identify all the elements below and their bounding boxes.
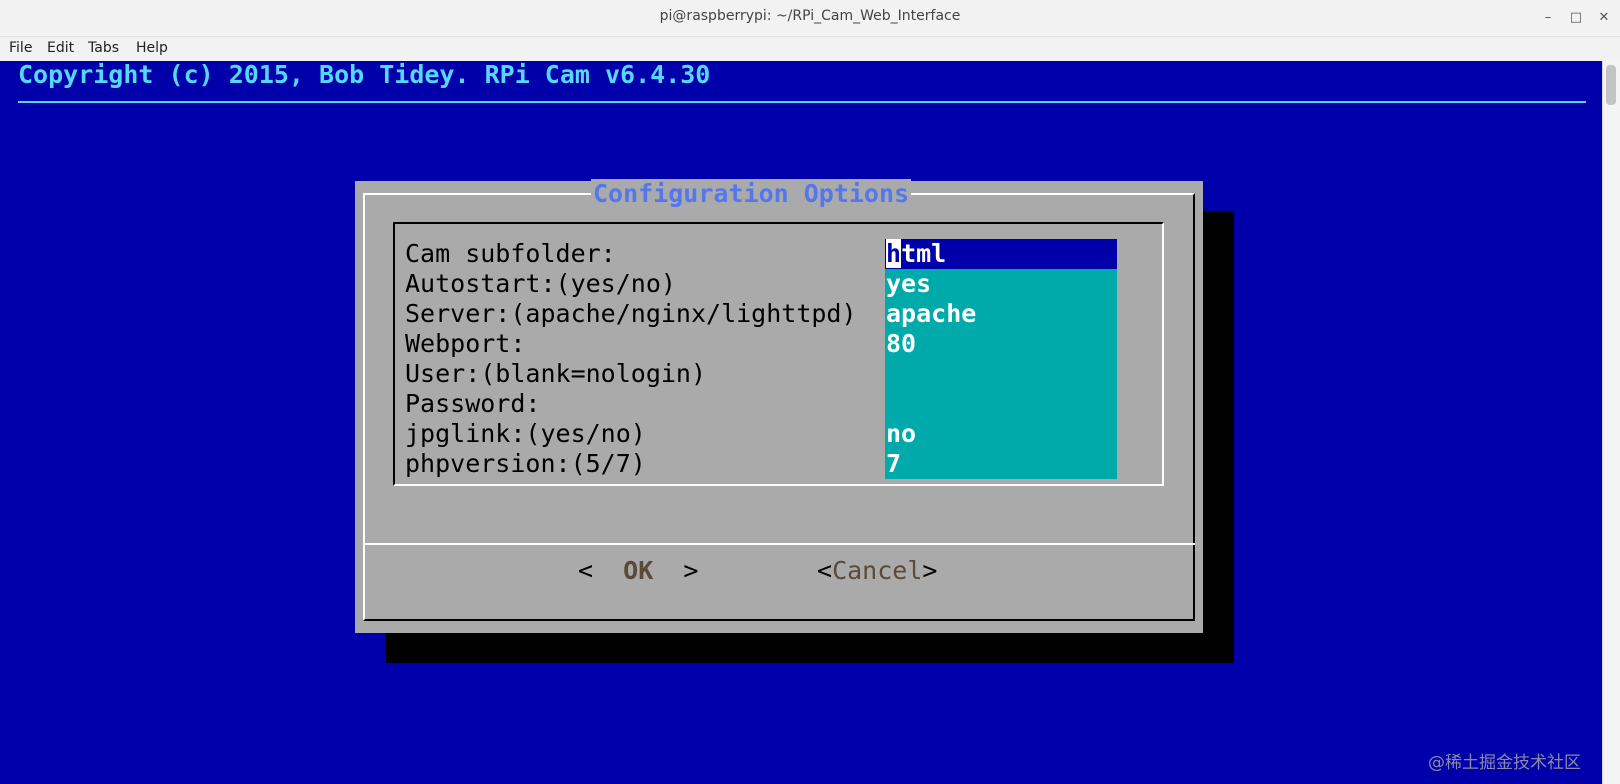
form-row-autostart: Autostart:(yes/no) yes — [395, 269, 1162, 299]
form-row-webport: Webport: 80 — [395, 329, 1162, 359]
password-input[interactable] — [885, 389, 1117, 419]
close-icon[interactable]: ✕ — [1594, 8, 1614, 28]
form-row-password: Password: — [395, 389, 1162, 419]
menu-help[interactable]: Help — [136, 40, 168, 56]
menu-file[interactable]: File — [9, 40, 32, 56]
phpversion-input[interactable]: 7 — [885, 449, 1117, 479]
autostart-input[interactable]: yes — [885, 269, 1117, 299]
form-label: Webport: — [405, 329, 526, 358]
form-row-cam-subfolder: Cam subfolder: html — [395, 239, 1162, 269]
webport-input[interactable]: 80 — [885, 329, 1117, 359]
cancel-button-left-bracket: < — [817, 556, 833, 585]
backtitle-divider — [18, 101, 1586, 103]
user-input[interactable] — [885, 359, 1117, 389]
server-input[interactable]: apache — [885, 299, 1117, 329]
form-label: Server:(apache/nginx/lighttpd) — [405, 299, 857, 328]
form-label: User:(blank=nologin) — [405, 359, 707, 388]
minimize-icon[interactable]: – — [1538, 8, 1558, 28]
text-cursor: h — [886, 239, 902, 268]
menu-bar: File Edit Tabs Help — [0, 37, 1620, 61]
cancel-button-right-bracket: > — [922, 556, 938, 585]
backtitle: Copyright (c) 2015, Bob Tidey. RPi Cam v… — [18, 61, 711, 89]
window-title: pi@raspberrypi: ~/RPi_Cam_Web_Interface — [659, 8, 961, 24]
window-titlebar: pi@raspberrypi: ~/RPi_Cam_Web_Interface … — [0, 0, 1620, 37]
form-label: jpglink:(yes/no) — [405, 419, 646, 448]
ok-button-right-bracket: > — [653, 556, 699, 585]
form-label: phpversion:(5/7) — [405, 449, 646, 478]
dialog-button-separator — [363, 543, 1195, 545]
ok-button-left-bracket: < — [578, 556, 624, 585]
cam-subfolder-input[interactable]: html — [885, 239, 1117, 269]
form-row-phpversion: phpversion:(5/7) 7 — [395, 449, 1162, 479]
form-box: Cam subfolder: html Autostart:(yes/no) y… — [393, 222, 1164, 486]
ok-button-label: OK — [623, 556, 654, 585]
cancel-button[interactable]: <Cancel> — [817, 556, 937, 586]
active-field-rest: tml — [901, 239, 947, 268]
terminal-area[interactable]: Copyright (c) 2015, Bob Tidey. RPi Cam v… — [0, 61, 1602, 784]
dialog-title: Configuration Options — [591, 179, 912, 209]
watermark: @稀土掘金技术社区 — [1428, 753, 1581, 773]
menu-tabs[interactable]: Tabs — [88, 40, 119, 56]
maximize-icon[interactable]: □ — [1566, 8, 1586, 28]
scrollbar-thumb[interactable] — [1606, 65, 1616, 105]
form-row-server: Server:(apache/nginx/lighttpd) apache — [395, 299, 1162, 329]
jpglink-input[interactable]: no — [885, 419, 1117, 449]
cancel-button-label: Cancel — [832, 556, 923, 585]
form-label: Cam subfolder: — [405, 239, 616, 268]
config-dialog: Configuration Options Cam subfolder: htm… — [355, 179, 1203, 633]
ok-button[interactable]: < OK > — [578, 556, 698, 586]
active-field-value: html — [886, 239, 946, 268]
terminal-scrollbar[interactable] — [1602, 61, 1620, 784]
menu-edit[interactable]: Edit — [47, 40, 74, 56]
form-label: Autostart:(yes/no) — [405, 269, 676, 298]
form-row-jpglink: jpglink:(yes/no) no — [395, 419, 1162, 449]
form-label: Password: — [405, 389, 541, 418]
form-row-user: User:(blank=nologin) — [395, 359, 1162, 389]
